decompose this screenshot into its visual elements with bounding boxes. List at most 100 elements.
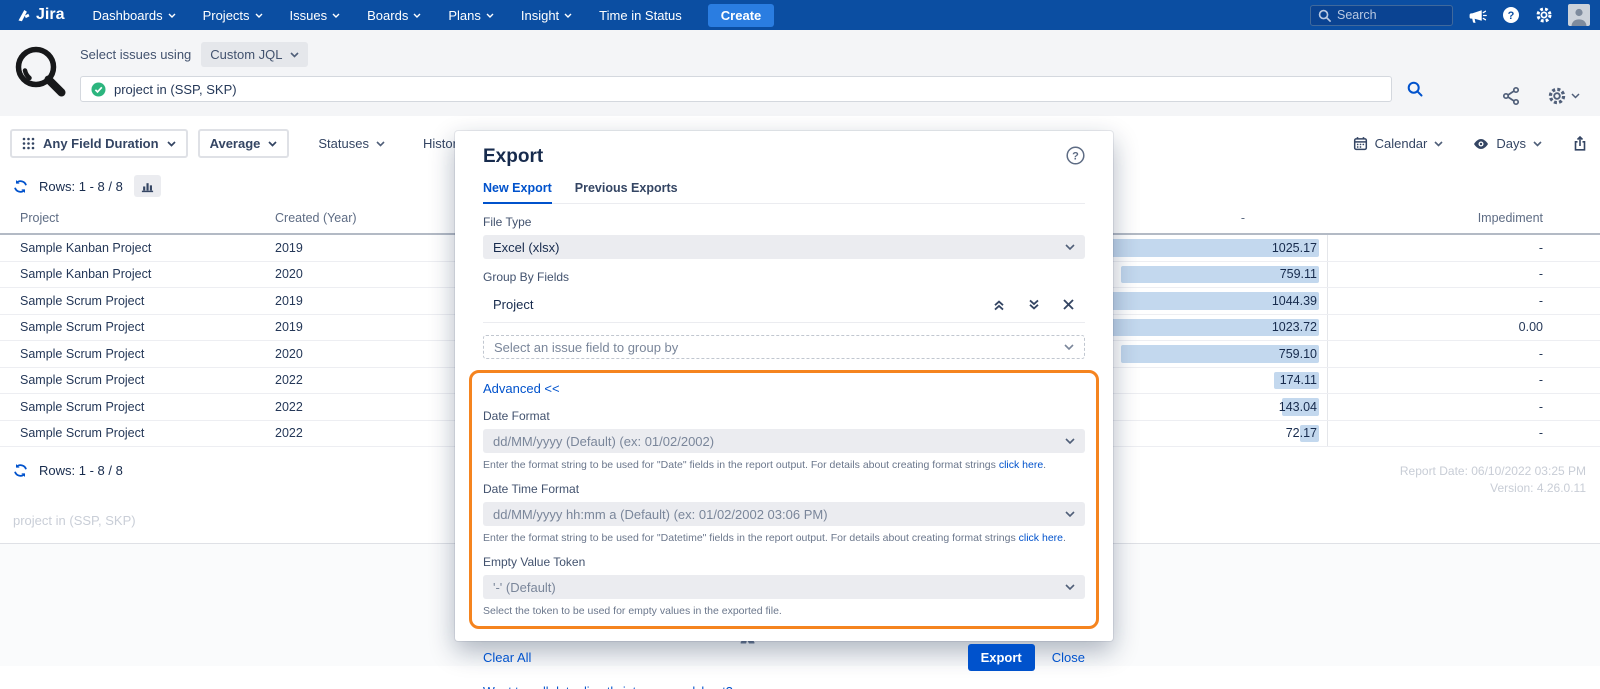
move-top-icon[interactable] xyxy=(992,298,1006,312)
file-type-label: File Type xyxy=(483,215,1085,229)
close-link[interactable]: Close xyxy=(1052,650,1085,665)
navbar-search-input[interactable] xyxy=(1337,8,1437,22)
run-query-icon[interactable] xyxy=(1407,81,1423,97)
eye-icon xyxy=(1473,136,1489,152)
value-text: 143.04 xyxy=(1279,400,1317,414)
jira-logo-text: Jira xyxy=(36,6,64,24)
chevron-down-icon xyxy=(167,141,176,147)
chevron-down-icon xyxy=(1434,141,1443,147)
refresh-icon[interactable] xyxy=(13,463,28,478)
statuses-dropdown[interactable]: Statuses xyxy=(318,136,385,151)
datetime-format-help-link[interactable]: click here xyxy=(1019,532,1063,544)
report-date-label: Report Date: 06/10/2022 03:25 PM xyxy=(1400,463,1586,480)
value-text: 1025.17 xyxy=(1272,241,1317,255)
chevron-down-icon xyxy=(268,141,277,147)
rows-count-label: Rows: 1 - 8 / 8 xyxy=(39,463,123,478)
chart-view-button[interactable] xyxy=(134,175,161,197)
datetime-format-help: Enter the format string to be used for "… xyxy=(483,532,1085,544)
chevron-down-icon xyxy=(1065,511,1075,518)
jql-input-wrap[interactable] xyxy=(80,76,1392,102)
value-text: 1044.39 xyxy=(1272,294,1317,308)
value-text: 174.11 xyxy=(1280,373,1317,387)
value-text: 759.11 xyxy=(1280,267,1317,281)
nav-item-issues[interactable]: Issues xyxy=(290,8,341,23)
datetime-format-select[interactable]: dd/MM/yyyy hh:mm a (Default) (ex: 01/02/… xyxy=(483,502,1085,526)
cell-year: 2022 xyxy=(275,373,445,387)
refresh-icon[interactable] xyxy=(13,179,28,194)
export-button[interactable]: Export xyxy=(968,644,1035,671)
move-bottom-icon[interactable] xyxy=(1027,298,1041,312)
nav-item-projects[interactable]: Projects xyxy=(203,8,263,23)
avatar[interactable] xyxy=(1568,4,1590,26)
cell-impediment: 0.00 xyxy=(1327,315,1600,341)
date-format-select[interactable]: dd/MM/yyyy (Default) (ex: 01/02/2002) xyxy=(483,429,1085,453)
top-navbar: Jira Dashboards Projects Issues Boards Plans… xyxy=(0,0,1600,30)
spreadsheet-link[interactable]: Want to pull data directly into a spread… xyxy=(483,685,733,689)
days-dropdown[interactable]: Days xyxy=(1473,136,1542,152)
file-type-select[interactable]: Excel (xlsx) xyxy=(483,235,1085,259)
jira-logo[interactable]: Jira xyxy=(16,6,64,24)
advanced-highlight-box: Advanced << Date Format dd/MM/yyyy (Defa… xyxy=(469,370,1099,629)
navbar-search[interactable] xyxy=(1310,5,1453,26)
chevron-down-icon xyxy=(255,13,263,18)
clear-all-link[interactable]: Clear All xyxy=(483,650,531,665)
col-header-year[interactable]: Created (Year) xyxy=(275,211,445,225)
chevron-down-icon xyxy=(1065,438,1075,445)
cell-year: 2020 xyxy=(275,267,445,281)
settings-gear-icon[interactable] xyxy=(1547,86,1580,106)
help-icon[interactable]: ? xyxy=(1502,6,1520,24)
jql-mode-dropdown[interactable]: Custom JQL xyxy=(201,42,307,67)
cell-year: 2019 xyxy=(275,241,445,255)
query-valid-icon xyxy=(91,82,106,97)
cell-project: Sample Scrum Project xyxy=(0,294,275,308)
cell-year: 2020 xyxy=(275,347,445,361)
search-icon xyxy=(1318,9,1331,22)
chevron-down-icon xyxy=(1065,244,1075,251)
modal-tabs: New Export Previous Exports xyxy=(483,181,1085,204)
advanced-toggle-link[interactable]: Advanced << xyxy=(483,381,560,396)
share-icon[interactable] xyxy=(1501,86,1521,106)
nav-item-insight[interactable]: Insight xyxy=(521,8,572,23)
modal-help-icon[interactable]: ? xyxy=(1066,146,1085,165)
jql-input[interactable] xyxy=(114,82,1381,97)
chevron-down-icon xyxy=(1533,141,1542,147)
cell-impediment: - xyxy=(1327,288,1600,314)
remove-field-icon[interactable] xyxy=(1062,298,1075,311)
col-header-impediment[interactable]: Impediment xyxy=(1327,211,1600,225)
chevron-down-icon xyxy=(1064,344,1074,351)
col-header-project[interactable]: Project xyxy=(0,211,275,225)
group-by-field-name: Project xyxy=(493,297,533,312)
field-duration-dropdown[interactable]: Any Field Duration xyxy=(10,129,188,158)
value-text: 759.10 xyxy=(1279,347,1317,361)
calendar-dropdown[interactable]: Calendar xyxy=(1353,136,1444,151)
announcements-icon[interactable] xyxy=(1468,7,1487,24)
export-icon[interactable] xyxy=(1572,135,1588,152)
empty-token-select[interactable]: '-' (Default) xyxy=(483,575,1085,599)
cell-project: Sample Scrum Project xyxy=(0,400,275,414)
svg-text:?: ? xyxy=(1508,10,1515,22)
nav-item-plans[interactable]: Plans xyxy=(448,8,494,23)
date-format-help-link[interactable]: click here xyxy=(999,459,1043,471)
cell-project: Sample Scrum Project xyxy=(0,347,275,361)
group-by-add-select[interactable]: Select an issue field to group by xyxy=(483,335,1085,359)
empty-token-label: Empty Value Token xyxy=(483,555,1085,569)
jira-logo-icon xyxy=(16,8,31,23)
tab-new-export[interactable]: New Export xyxy=(483,181,552,204)
nav-item-dashboards[interactable]: Dashboards xyxy=(92,8,175,23)
nav-menu: Dashboards Projects Issues Boards Plans Insig… xyxy=(92,8,681,23)
average-dropdown[interactable]: Average xyxy=(198,129,290,158)
chevron-down-icon xyxy=(486,13,494,18)
tab-previous-exports[interactable]: Previous Exports xyxy=(575,181,678,203)
report-app-logo-icon xyxy=(10,42,72,104)
cell-project: Sample Scrum Project xyxy=(0,426,275,440)
chevron-down-icon xyxy=(564,13,572,18)
chevron-down-icon xyxy=(413,13,421,18)
gear-icon[interactable] xyxy=(1535,6,1553,24)
nav-item-time-in-status[interactable]: Time in Status xyxy=(599,8,682,23)
query-section: Select issues using Custom JQL xyxy=(0,30,1600,116)
create-button[interactable]: Create xyxy=(708,4,774,27)
nav-item-boards[interactable]: Boards xyxy=(367,8,421,23)
date-format-help: Enter the format string to be used for "… xyxy=(483,459,1085,471)
group-by-row: Project xyxy=(483,290,1085,323)
cell-year: 2019 xyxy=(275,320,445,334)
